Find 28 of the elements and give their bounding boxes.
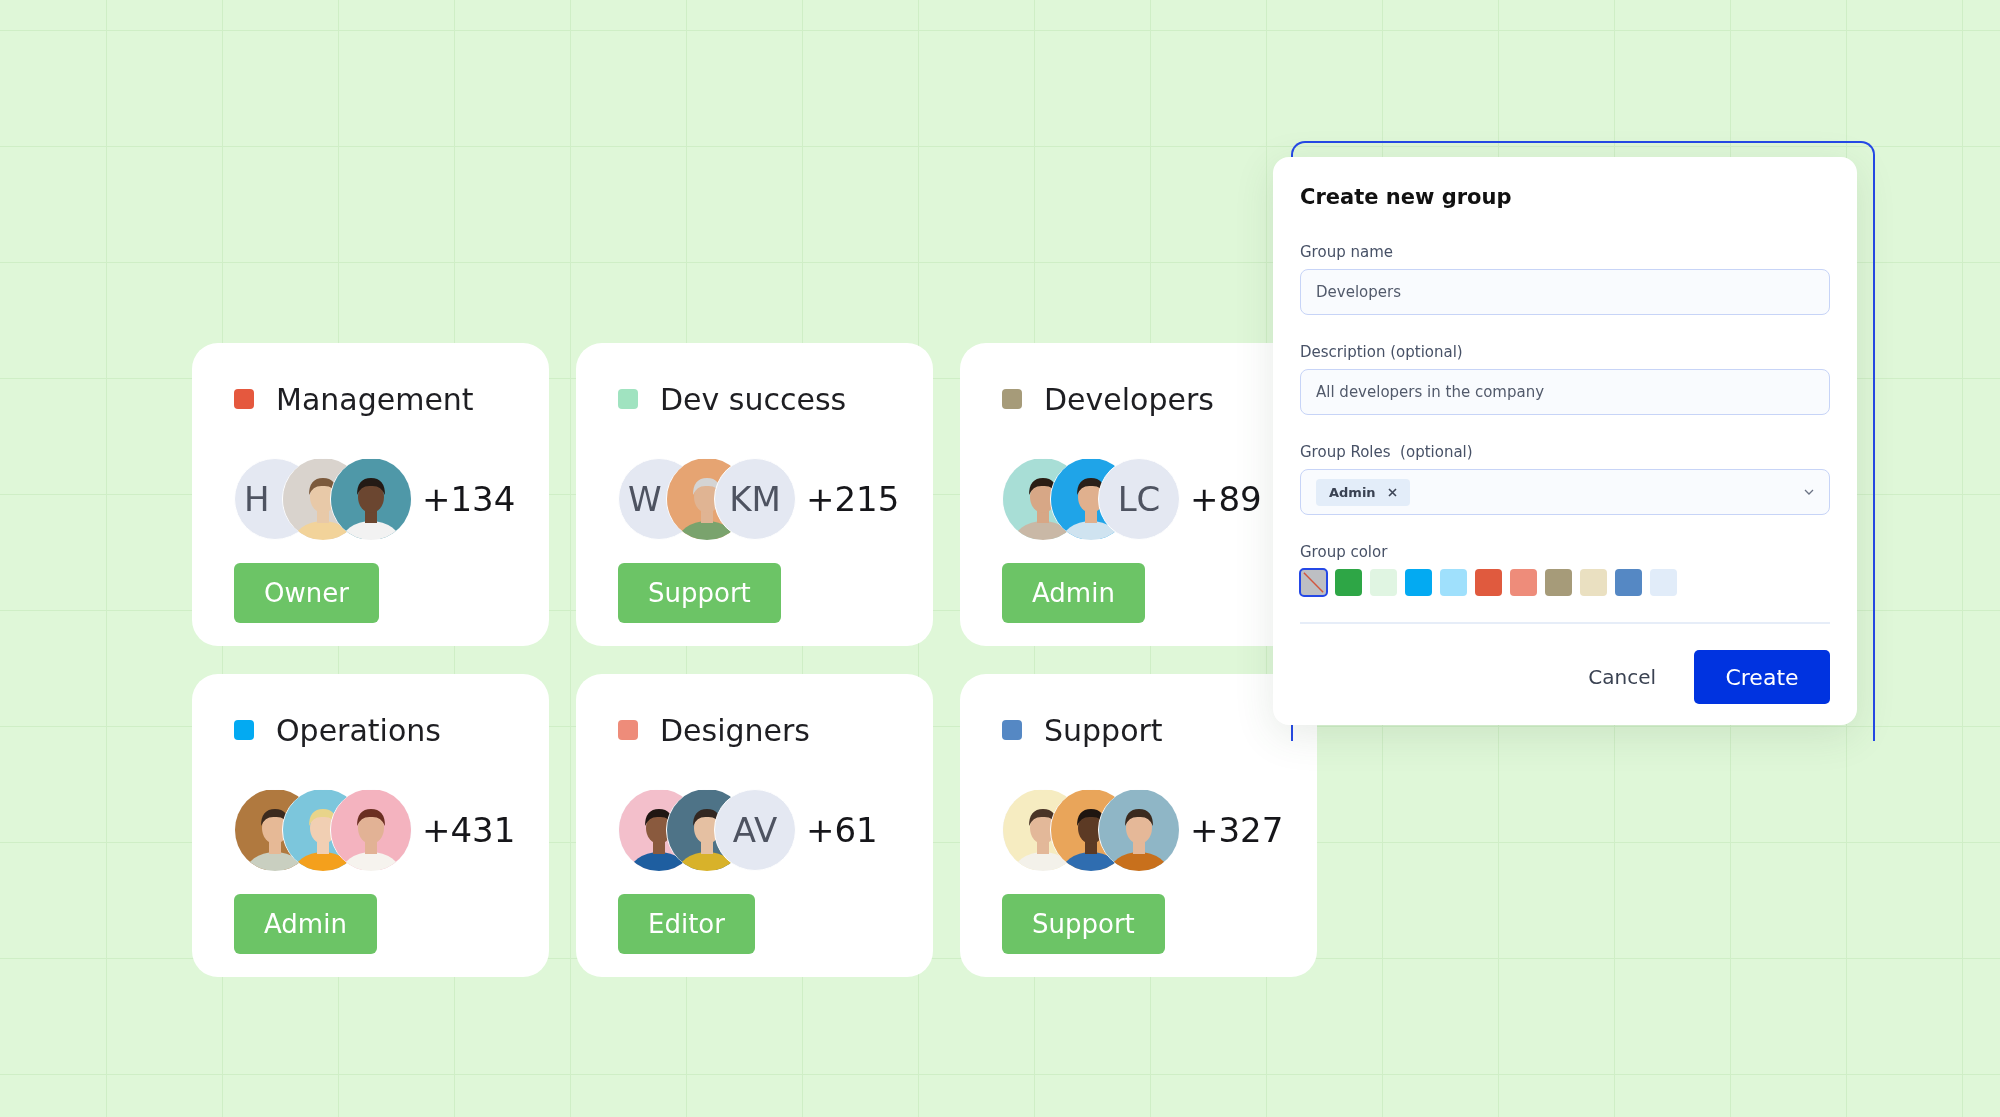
member-count: +61 — [806, 810, 878, 850]
group-title: Operations — [276, 712, 441, 748]
group-title: Designers — [660, 712, 810, 748]
member-count: +89 — [1190, 479, 1262, 519]
input-field[interactable]: All developers in the company — [1300, 369, 1830, 415]
avatar-initials: W — [628, 479, 662, 519]
input-field[interactable]: Developers — [1300, 269, 1830, 315]
group-title: Management — [276, 381, 474, 417]
member-count: +215 — [806, 479, 900, 519]
avatar-initials: LC — [1117, 479, 1161, 519]
roles-select[interactable]: Admin — [1300, 469, 1830, 515]
group-title: Developers — [1044, 381, 1214, 417]
group-title: Dev success — [660, 381, 847, 417]
cancel-button[interactable]: Cancel — [1584, 659, 1660, 695]
role-chip[interactable]: Admin — [1316, 478, 1410, 506]
avatar-initials: KM — [729, 479, 781, 519]
avatar-initials: AV — [732, 810, 778, 850]
avatar-initials: H — [244, 479, 270, 519]
dialog-title: Create new group — [1300, 185, 1513, 211]
member-count: +327 — [1190, 810, 1284, 850]
member-count: +134 — [422, 479, 516, 519]
member-count: +431 — [422, 810, 516, 850]
field-label: Group Roles (optional) — [1300, 443, 1474, 461]
group-title: Support — [1044, 712, 1163, 748]
field-label: Description (optional) — [1300, 343, 1464, 361]
field-label: Group name — [1300, 243, 1394, 261]
create-button[interactable]: Create — [1694, 650, 1830, 704]
field-label: Group color — [1300, 543, 1389, 561]
